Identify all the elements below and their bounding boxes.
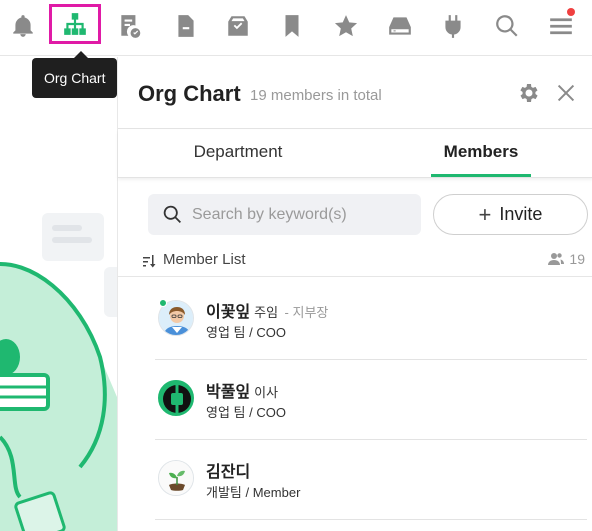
- tab-department[interactable]: Department: [158, 130, 318, 178]
- close-icon: [557, 84, 575, 102]
- document-button[interactable]: [166, 6, 206, 46]
- org-chart-panel: Org Chart 19 members in total Department…: [117, 57, 592, 531]
- tab-members[interactable]: Members: [401, 130, 561, 178]
- close-button[interactable]: [552, 79, 580, 107]
- plus-icon: +: [478, 201, 492, 227]
- drive-button[interactable]: [380, 6, 420, 46]
- member-row[interactable]: 이꽃잎 주임 - 지부장 영업 팀 / COO: [155, 280, 587, 360]
- member-name: 박풀잎 이사: [206, 384, 279, 401]
- member-department: 영업 팀 / COO: [206, 405, 286, 420]
- plant-avatar-icon: [159, 461, 193, 495]
- bell-icon: [13, 15, 33, 37]
- member-role: - 지부장: [284, 305, 329, 320]
- plugin-icon: [445, 15, 461, 38]
- menu-button[interactable]: [541, 6, 581, 46]
- plug-avatar-icon: [159, 381, 193, 415]
- avatar: [158, 460, 194, 496]
- search-icon: [163, 205, 181, 223]
- search-box: [148, 194, 421, 235]
- search-input[interactable]: [192, 194, 412, 235]
- drive-icon: [389, 17, 411, 35]
- member-total: 19 members in total: [250, 87, 382, 104]
- member-list-header: Member List 19: [118, 245, 592, 277]
- document-icon: [178, 15, 194, 37]
- archive-button[interactable]: [218, 6, 258, 46]
- menu-icon: [550, 18, 572, 35]
- star-icon: [334, 15, 358, 37]
- approval-button[interactable]: [110, 6, 150, 46]
- member-title: 이사: [254, 385, 279, 400]
- approval-icon: [121, 15, 141, 38]
- top-toolbar: [0, 0, 592, 56]
- member-count: 19: [548, 251, 585, 267]
- gear-icon: [520, 84, 538, 102]
- people-icon: [548, 253, 565, 265]
- member-row[interactable]: 박풀잎 이사 영업 팀 / COO: [155, 360, 587, 440]
- active-tab-indicator: [431, 174, 531, 177]
- background-illustration: [0, 57, 117, 531]
- bookmark-icon: [285, 15, 299, 37]
- sort-icon[interactable]: [142, 254, 156, 268]
- search-button[interactable]: [487, 6, 527, 46]
- panel-header: Org Chart 19 members in total: [118, 57, 592, 129]
- notification-dot: [567, 8, 575, 16]
- tab-bar: Department Members: [118, 130, 592, 178]
- panel-title: Org Chart: [138, 81, 241, 106]
- member-count-value: 19: [569, 251, 585, 267]
- org-chart-icon: [64, 13, 86, 35]
- member-name: 김잔디: [206, 464, 251, 481]
- search-icon: [496, 15, 518, 37]
- org-chart-button[interactable]: [49, 4, 101, 44]
- mascot-illustration: [0, 213, 117, 531]
- notifications-button[interactable]: [3, 6, 43, 46]
- invite-label: Invite: [499, 204, 543, 224]
- avatar: [158, 380, 194, 416]
- member-department: 개발팀 / Member: [206, 485, 301, 500]
- invite-button[interactable]: + Invite: [433, 194, 588, 235]
- favorites-button[interactable]: [326, 6, 366, 46]
- member-name: 이꽃잎 주임 - 지부장: [206, 304, 329, 321]
- member-department: 영업 팀 / COO: [206, 325, 286, 340]
- bookmark-button[interactable]: [272, 6, 312, 46]
- member-row[interactable]: 김잔디 개발팀 / Member: [155, 440, 587, 520]
- archive-icon: [228, 16, 248, 36]
- plugin-button[interactable]: [433, 6, 473, 46]
- member-list-label: Member List: [163, 251, 246, 268]
- settings-button[interactable]: [514, 79, 542, 107]
- online-indicator: [159, 299, 167, 307]
- member-title: 주임: [254, 305, 279, 320]
- tooltip: Org Chart: [32, 51, 118, 98]
